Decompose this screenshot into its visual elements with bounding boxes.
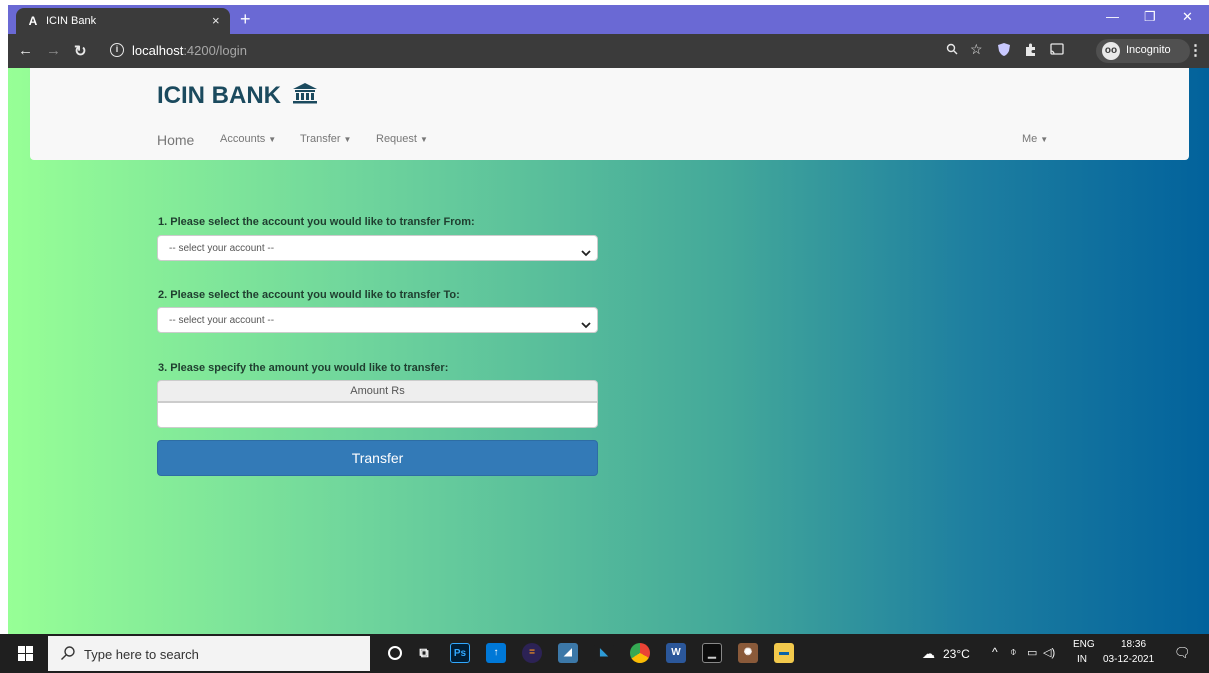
store-app-icon[interactable]: ↑ <box>486 643 506 663</box>
transfer-button[interactable]: Transfer <box>157 440 598 476</box>
minimize-button[interactable]: — <box>1106 9 1119 24</box>
clock-date[interactable]: 03-12-2021 <box>1103 654 1154 665</box>
url-path: :4200/login <box>183 43 247 58</box>
amount-label: 3. Please specify the amount you would l… <box>158 362 449 374</box>
reload-icon[interactable]: ↻ <box>74 42 87 60</box>
bank-icon <box>292 82 318 111</box>
clock-time[interactable]: 18:36 <box>1121 639 1146 650</box>
brand-logo[interactable]: ICIN BANK <box>157 82 318 111</box>
web-page: ICIN BANK Home Accounts▼ Transfer▼ Req <box>8 68 1209 634</box>
nav-home-link[interactable]: Home <box>157 132 194 148</box>
back-arrow-icon[interactable]: ← <box>18 42 33 59</box>
from-account-select[interactable]: -- select your account -- <box>157 235 598 261</box>
forward-arrow-icon[interactable]: → <box>46 42 61 59</box>
nav-accounts-dropdown[interactable]: Accounts ▼ <box>220 133 276 145</box>
vscode-icon[interactable]: ◢ <box>558 643 578 663</box>
search-icon <box>60 645 76 666</box>
cortana-icon[interactable] <box>388 646 402 660</box>
weather-temp[interactable]: 23°C <box>943 647 970 661</box>
nav-transfer-label: Transfer <box>300 133 341 145</box>
file-explorer-icon[interactable]: ▬ <box>774 643 794 663</box>
nav-accounts-label: Accounts <box>220 133 266 145</box>
extensions-puzzle-icon[interactable] <box>1024 43 1037 59</box>
taskbar-search-box[interactable]: Type here to search <box>48 636 370 671</box>
mysql-workbench-icon[interactable]: ◣ <box>594 643 614 663</box>
to-account-label: 2. Please select the account you would l… <box>158 289 460 301</box>
incognito-label: Incognito <box>1126 44 1171 56</box>
browser-tab[interactable]: A ICIN Bank × <box>16 8 230 34</box>
nav-me-label: Me <box>1022 133 1038 145</box>
screen: A ICIN Bank × + — ❐ ✕ ← → ↻ i localhost:… <box>0 0 1209 673</box>
cast-icon[interactable] <box>1050 43 1064 58</box>
amount-input[interactable] <box>157 402 598 428</box>
tab-title: ICIN Bank <box>46 15 97 27</box>
from-account-label: 1. Please select the account you would l… <box>158 216 475 228</box>
restore-button[interactable]: ❐ <box>1144 9 1156 25</box>
url-text: localhost:4200/login <box>132 43 247 58</box>
tray-chevron-up-icon[interactable]: ^ <box>992 645 998 659</box>
nav-me-dropdown[interactable]: Me ▼ <box>1022 133 1048 145</box>
language-region[interactable]: IN <box>1077 654 1087 665</box>
terminal-icon[interactable]: ▁ <box>702 643 722 663</box>
weather-cloud-icon[interactable]: ☁ <box>922 646 935 662</box>
bookmark-star-icon[interactable]: ☆ <box>970 41 983 58</box>
chevron-down-icon <box>581 316 591 334</box>
taskbar-search-placeholder: Type here to search <box>84 647 199 662</box>
caret-down-icon: ▼ <box>1040 135 1049 144</box>
windows-taskbar: Type here to search ⧉ Ps ↑ = ◢ ◣ W ▁ ✺ ▬… <box>0 634 1209 673</box>
photoshop-icon[interactable]: Ps <box>450 643 470 663</box>
browser-titlebar: A ICIN Bank × + — ❐ ✕ <box>8 5 1209 34</box>
amount-addon: Amount Rs <box>157 380 598 402</box>
url-host: localhost <box>132 43 184 58</box>
network-icon[interactable]: ⌽ <box>1010 646 1017 659</box>
chevron-down-icon <box>581 244 591 262</box>
site-info-icon[interactable]: i <box>110 43 124 57</box>
browser-menu-icon[interactable]: ⋮ <box>1188 41 1203 59</box>
caret-down-icon: ▼ <box>343 135 352 144</box>
word-icon[interactable]: W <box>666 643 686 663</box>
from-account-value: -- select your account -- <box>169 243 275 254</box>
notification-icon[interactable]: 🗨 <box>1174 645 1191 661</box>
nav-transfer-dropdown[interactable]: Transfer ▼ <box>300 133 351 145</box>
caret-down-icon: ▼ <box>419 135 428 144</box>
browser-toolbar: ← → ↻ i localhost:4200/login ☆ oo Incogn… <box>8 34 1209 68</box>
nav-request-label: Request <box>376 133 417 145</box>
angular-favicon-icon: A <box>28 14 38 28</box>
zoom-icon[interactable] <box>946 43 958 58</box>
incognito-icon: oo <box>1102 42 1120 60</box>
to-account-value: -- select your account -- <box>169 315 275 326</box>
app-navbar: ICIN BANK Home Accounts▼ Transfer▼ Req <box>30 68 1189 160</box>
battery-icon[interactable]: ▭ <box>1027 646 1037 659</box>
tab-close-icon[interactable]: × <box>212 13 220 28</box>
nav-request-dropdown[interactable]: Request ▼ <box>376 133 428 145</box>
address-bar[interactable]: i localhost:4200/login <box>106 39 986 63</box>
caret-down-icon: ▼ <box>268 135 277 144</box>
task-view-icon[interactable]: ⧉ <box>414 643 434 663</box>
incognito-indicator[interactable]: oo Incognito <box>1096 39 1190 63</box>
shield-extension-icon[interactable] <box>998 43 1010 59</box>
to-account-select[interactable]: -- select your account -- <box>157 307 598 333</box>
eclipse-icon[interactable]: = <box>522 643 542 663</box>
chrome-icon[interactable] <box>630 643 650 663</box>
close-window-button[interactable]: ✕ <box>1182 9 1193 25</box>
brand-text: ICIN BANK <box>157 82 281 109</box>
language-code[interactable]: ENG <box>1073 639 1095 650</box>
gimp-icon[interactable]: ✺ <box>738 643 758 663</box>
windows-start-icon[interactable] <box>18 646 33 666</box>
volume-icon[interactable]: ◁) <box>1043 646 1055 659</box>
new-tab-button[interactable]: + <box>240 9 251 30</box>
